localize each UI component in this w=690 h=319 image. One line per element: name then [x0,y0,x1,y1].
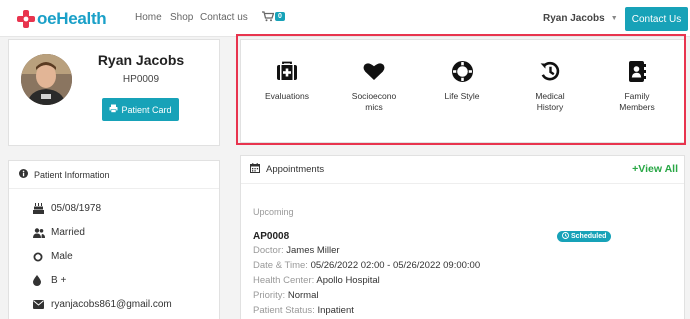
menu-label-family-members: Family Members [600,91,674,113]
patient-information-title: Patient Information [34,169,110,180]
appointment-datetime: Date & Time: 05/26/2022 02:00 - 05/26/20… [253,260,480,271]
nav-link-shop[interactable]: Shop [170,12,193,23]
print-icon [109,104,118,115]
appointments-header: Appointments [241,156,684,184]
users-icon [33,227,51,238]
brand-cross-icon [16,9,36,29]
menu-label-life-style: Life Style [444,91,480,101]
medkit-icon [250,60,324,82]
info-email[interactable]: ryanjacobs861@gmail.com [51,299,172,310]
info-row-gender: Male [33,251,73,262]
menu-label-line2: Members [619,102,655,112]
info-blood-type: B + [51,275,67,286]
info-marital-status: Married [51,227,85,238]
cart-link[interactable]: 0 [262,9,285,27]
history-icon [513,60,587,82]
patient-card-button[interactable]: Patient Card [102,98,179,121]
patient-id: HP0009 [122,74,160,85]
patient-name: Ryan Jacobs [97,52,185,68]
clock-icon [562,232,569,241]
appointment-patient-status: Patient Status: Inpatient [253,305,354,316]
cart-icon [262,9,275,27]
menu-label-line1: Socioecono [351,91,397,101]
info-row-email: ryanjacobs861@gmail.com [33,299,172,310]
nav-link-home[interactable]: Home [135,12,162,23]
user-name: Ryan Jacobs [543,13,605,24]
info-circle-icon [19,169,28,180]
appointment-health-center: Health Center: Apollo Hospital [253,275,380,286]
menu-item-family-members[interactable]: Family Members [600,60,674,113]
menu-item-evaluations[interactable]: Evaluations [250,60,324,102]
menu-label-evaluations: Evaluations [265,91,309,101]
appointment-priority: Priority: Normal [253,290,318,301]
patient-card-label: Patient Card [121,104,172,115]
top-navbar: oeHealth Home Shop Contact us 0 Ryan Jac… [0,0,690,37]
patient-status-label: Patient Status: [253,305,315,316]
doctor-label: Doctor: [253,245,284,256]
birthday-cake-icon [33,203,51,214]
envelope-icon [33,300,51,309]
health-center-label: Health Center: [253,275,315,286]
view-all-link[interactable]: +View All [632,163,678,175]
caret-down-icon: ▼ [610,15,618,22]
info-row-dob: 05/08/1978 [33,203,101,214]
info-row-blood: B + [33,275,66,286]
menu-label-line2: History [536,102,564,112]
patient-information-card: Patient Information 05/08/1978 Married M… [8,160,220,319]
datetime-value: 05/26/2022 02:00 - 05/26/2022 09:00:00 [310,260,481,271]
info-dob: 05/08/1978 [51,203,102,214]
info-gender: Male [51,251,73,262]
priority-value: Normal [287,290,319,301]
cart-count-badge: 0 [275,11,285,21]
appointment-id[interactable]: AP0008 [253,231,289,242]
appointments-card: Appointments +View All Upcoming AP0008 S… [240,155,685,319]
profile-card: Ryan Jacobs HP0009 Patient Card [8,39,220,146]
appointment-doctor: Doctor: James Miller [253,245,340,256]
calendar-icon [250,163,260,176]
menu-label-socioeconomics: Socioecono mics [337,91,411,113]
status-badge-label: Scheduled [571,233,607,240]
info-row-marital: Married [33,227,85,238]
upcoming-section-label: Upcoming [253,207,294,217]
blood-drop-icon [33,275,51,286]
avatar [21,54,72,105]
genderless-icon [33,252,51,262]
menu-item-medical-history[interactable]: Medical History [513,60,587,113]
status-badge: Scheduled [557,231,612,242]
health-center-value: Apollo Hospital [316,275,380,286]
doctor-value: James Miller [286,245,340,256]
menu-label-line1: Medical [535,91,565,101]
patient-menu-card: Evaluations Socioecono mics Life Style M… [240,39,685,143]
patient-status-value: Inpatient [317,305,354,316]
life-ring-icon [425,60,499,82]
user-menu-dropdown[interactable]: Ryan Jacobs ▼ [543,13,618,24]
brand-logo[interactable]: oeHealth [16,7,107,31]
nav-link-contact[interactable]: Contact us [200,12,248,23]
menu-item-socioeconomics[interactable]: Socioecono mics [337,60,411,113]
contact-us-button[interactable]: Contact Us [625,7,688,31]
menu-label-line2: mics [365,102,383,112]
appointments-title: Appointments [266,164,325,175]
heart-icon [337,60,411,82]
menu-item-life-style[interactable]: Life Style [425,60,499,102]
menu-label-line1: Family [624,91,650,101]
priority-label: Priority: [253,290,286,301]
datetime-label: Date & Time: [253,260,308,271]
menu-label-medical-history: Medical History [513,91,587,113]
patient-information-header: Patient Information [9,161,219,189]
address-book-icon [600,60,674,82]
brand-name: oeHealth [37,9,107,28]
